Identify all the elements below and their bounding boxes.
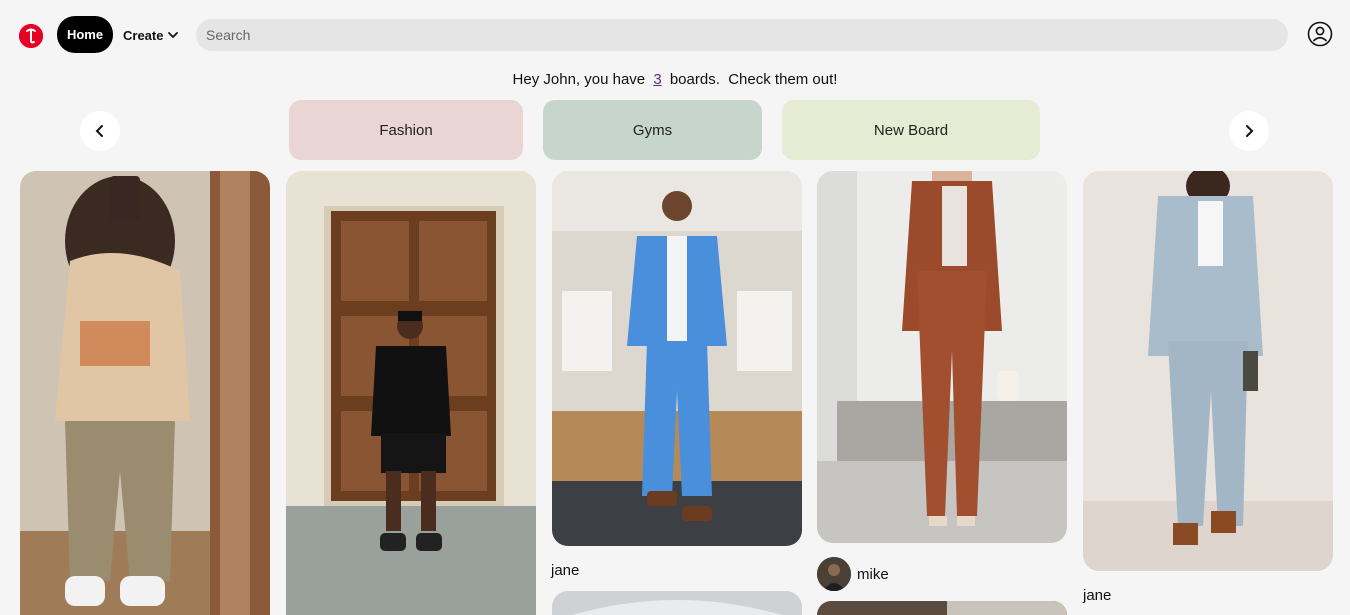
profile-icon[interactable]: [1307, 21, 1333, 47]
board-label: Gyms: [632, 121, 673, 139]
pin-photo: [817, 171, 1067, 543]
pin-author-name: jane: [551, 562, 580, 579]
greeting: Hey John, you have 3 boards. Check them …: [0, 71, 1350, 88]
board-card-fashion[interactable]: Fashion: [289, 100, 523, 160]
avatar: [817, 557, 851, 591]
search-input[interactable]: [204, 26, 1288, 44]
chevron-left-icon: [95, 125, 103, 137]
pin-photo: [552, 171, 802, 546]
pin-author-name: jane: [1083, 587, 1112, 604]
logo-icon: [19, 24, 43, 48]
create-label: Create: [123, 27, 164, 43]
pin-image[interactable]: [817, 171, 1067, 543]
avatar-photo: [817, 557, 851, 591]
pin-image[interactable]: [1083, 171, 1333, 571]
pin-photo: [286, 171, 536, 615]
board-label: New Board: [873, 121, 949, 139]
pin-author[interactable]: mike: [817, 557, 889, 591]
board-card-new-board[interactable]: New Board: [782, 100, 1040, 160]
search-bar[interactable]: [196, 19, 1288, 51]
carousel-prev-button[interactable]: [80, 111, 120, 151]
board-card-gyms[interactable]: Gyms: [543, 100, 762, 160]
pin-author[interactable]: jane: [1083, 587, 1111, 604]
pin-photo: [552, 591, 802, 615]
board-label: Fashion: [379, 121, 433, 139]
pin-photo: [817, 601, 1067, 615]
home-button[interactable]: Home: [57, 16, 113, 53]
carousel-next-button[interactable]: [1229, 111, 1269, 151]
pin-image[interactable]: [552, 171, 802, 546]
board-count-link[interactable]: 3: [653, 71, 661, 88]
pin-image[interactable]: [817, 601, 1067, 615]
greeting-cta: Check them out!: [728, 71, 838, 88]
create-dropdown[interactable]: Create: [123, 24, 179, 46]
pin-photo: [1083, 171, 1333, 571]
pin-image[interactable]: [552, 591, 802, 615]
greeting-suffix: boards.: [669, 71, 720, 88]
pin-photo: [20, 171, 270, 615]
logo[interactable]: [19, 24, 43, 48]
pin-author[interactable]: jane: [551, 562, 579, 579]
chevron-down-icon: [168, 32, 179, 39]
chevron-right-icon: [1246, 125, 1254, 137]
pin-image[interactable]: [20, 171, 270, 615]
pin-image[interactable]: [286, 171, 536, 615]
pin-author-name: mike: [857, 565, 889, 583]
greeting-prefix: Hey John, you have: [512, 71, 646, 88]
